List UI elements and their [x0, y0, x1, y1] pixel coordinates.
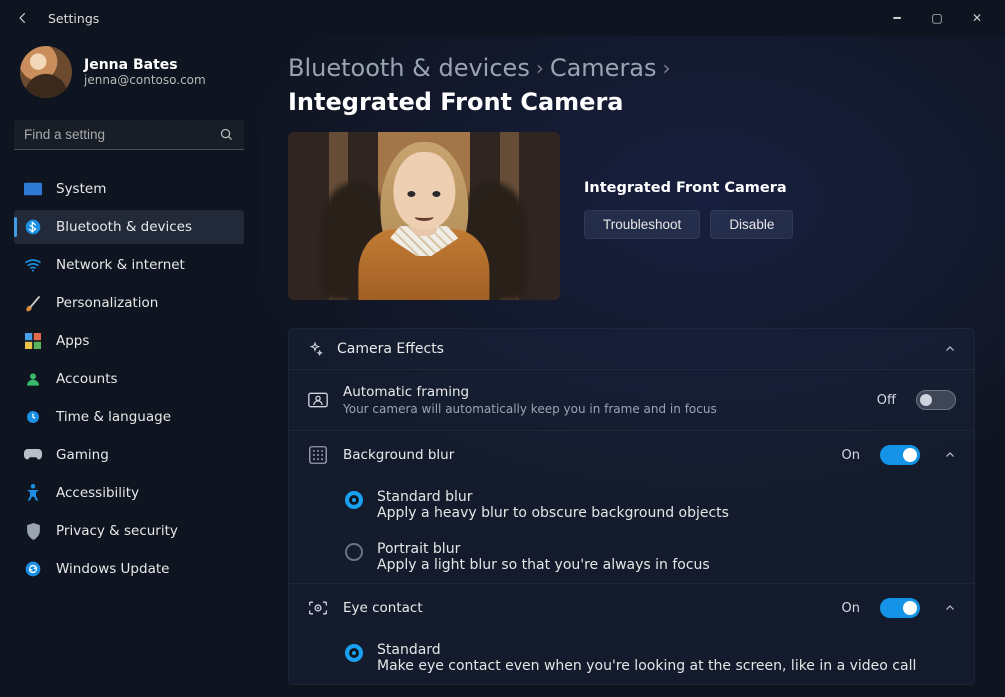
nav-network[interactable]: Network & internet — [14, 248, 244, 282]
back-button[interactable] — [8, 7, 38, 29]
content: Bluetooth & devices › Cameras › Integrat… — [258, 36, 1005, 697]
update-icon — [24, 560, 42, 578]
system-icon — [24, 180, 42, 198]
panel-title: Camera Effects — [337, 341, 444, 357]
row-eye-contact: Eye contact On — [289, 583, 974, 632]
radio-portrait-blur[interactable] — [345, 543, 363, 561]
auto-framing-desc: Your camera will automatically keep you … — [343, 402, 717, 416]
nav-label: Windows Update — [56, 561, 169, 577]
bg-blur-toggle[interactable] — [880, 445, 920, 465]
search-box[interactable] — [14, 120, 244, 150]
camera-effects-panel: Camera Effects Automatic framing Your ca… — [288, 328, 975, 685]
auto-framing-title: Automatic framing — [343, 384, 717, 400]
portrait-blur-desc: Apply a light blur so that you're always… — [377, 557, 710, 573]
close-button[interactable]: ✕ — [957, 11, 997, 25]
breadcrumb-l3: Integrated Front Camera — [288, 88, 623, 116]
portrait-blur-title: Portrait blur — [377, 541, 710, 557]
profile-name: Jenna Bates — [84, 57, 206, 73]
chevron-right-icon: › — [663, 56, 671, 80]
nav-apps[interactable]: Apps — [14, 324, 244, 358]
bg-blur-title: Background blur — [343, 447, 454, 463]
standard-blur-desc: Apply a heavy blur to obscure background… — [377, 505, 729, 521]
nav-privacy[interactable]: Privacy & security — [14, 514, 244, 548]
radio-standard-blur[interactable] — [345, 491, 363, 509]
breadcrumb-l2[interactable]: Cameras — [550, 54, 657, 82]
person-icon — [24, 370, 42, 388]
search-input[interactable] — [24, 127, 219, 142]
breadcrumb-l1[interactable]: Bluetooth & devices — [288, 54, 530, 82]
option-eye-standard[interactable]: Standard Make eye contact even when you'… — [289, 632, 974, 684]
blur-icon — [307, 446, 329, 464]
row-auto-framing: Automatic framing Your camera will autom… — [289, 369, 974, 430]
nav-update[interactable]: Windows Update — [14, 552, 244, 586]
bluetooth-icon — [24, 218, 42, 236]
titlebar: Settings ━ ▢ ✕ — [0, 0, 1005, 36]
chevron-up-icon[interactable] — [944, 602, 956, 614]
eye-contact-title: Eye contact — [343, 600, 423, 616]
nav: System Bluetooth & devices Network & int… — [14, 172, 244, 586]
nav-label: Accessibility — [56, 485, 139, 501]
profile-email: jenna@contoso.com — [84, 73, 206, 87]
nav-accounts[interactable]: Accounts — [14, 362, 244, 396]
disable-button[interactable]: Disable — [710, 210, 793, 239]
profile[interactable]: Jenna Bates jenna@contoso.com — [20, 46, 244, 98]
window-title: Settings — [48, 11, 99, 26]
accessibility-icon — [24, 484, 42, 502]
nav-label: Personalization — [56, 295, 158, 311]
chevron-up-icon — [944, 343, 956, 355]
framing-icon — [307, 392, 329, 408]
nav-label: Gaming — [56, 447, 109, 463]
standard-blur-title: Standard blur — [377, 489, 729, 505]
nav-label: Time & language — [56, 409, 171, 425]
clock-icon — [24, 408, 42, 426]
maximize-button[interactable]: ▢ — [917, 11, 957, 25]
nav-label: Accounts — [56, 371, 118, 387]
eye-icon — [307, 600, 329, 616]
sparkle-icon — [307, 341, 323, 357]
option-standard-blur[interactable]: Standard blur Apply a heavy blur to obsc… — [289, 479, 974, 531]
panel-header[interactable]: Camera Effects — [289, 329, 974, 369]
camera-preview — [288, 132, 560, 300]
option-portrait-blur[interactable]: Portrait blur Apply a light blur so that… — [289, 531, 974, 583]
nav-system[interactable]: System — [14, 172, 244, 206]
hero: Integrated Front Camera Troubleshoot Dis… — [288, 132, 975, 300]
chevron-right-icon: › — [536, 56, 544, 80]
nav-time-language[interactable]: Time & language — [14, 400, 244, 434]
nav-bluetooth-devices[interactable]: Bluetooth & devices — [14, 210, 244, 244]
bg-blur-state: On — [842, 448, 860, 463]
auto-framing-state: Off — [877, 393, 896, 408]
breadcrumb: Bluetooth & devices › Cameras › Integrat… — [288, 54, 975, 116]
eye-standard-title: Standard — [377, 642, 916, 658]
nav-gaming[interactable]: Gaming — [14, 438, 244, 472]
shield-icon — [24, 522, 42, 540]
row-bg-blur: Background blur On — [289, 430, 974, 479]
nav-personalization[interactable]: Personalization — [14, 286, 244, 320]
minimize-button[interactable]: ━ — [877, 11, 917, 25]
troubleshoot-button[interactable]: Troubleshoot — [584, 210, 700, 239]
chevron-up-icon[interactable] — [944, 449, 956, 461]
sidebar: Jenna Bates jenna@contoso.com System Blu… — [0, 36, 258, 697]
nav-label: Network & internet — [56, 257, 185, 273]
nav-label: Apps — [56, 333, 89, 349]
radio-eye-standard[interactable] — [345, 644, 363, 662]
eye-contact-state: On — [842, 601, 860, 616]
brush-icon — [24, 294, 42, 312]
eye-contact-toggle[interactable] — [880, 598, 920, 618]
gamepad-icon — [24, 446, 42, 464]
nav-accessibility[interactable]: Accessibility — [14, 476, 244, 510]
auto-framing-toggle[interactable] — [916, 390, 956, 410]
nav-label: Privacy & security — [56, 523, 178, 539]
nav-label: System — [56, 181, 106, 197]
eye-standard-desc: Make eye contact even when you're lookin… — [377, 658, 916, 674]
nav-label: Bluetooth & devices — [56, 219, 192, 235]
avatar — [20, 46, 72, 98]
search-icon — [219, 127, 234, 142]
wifi-icon — [24, 256, 42, 274]
hero-title: Integrated Front Camera — [584, 180, 975, 196]
apps-icon — [24, 332, 42, 350]
